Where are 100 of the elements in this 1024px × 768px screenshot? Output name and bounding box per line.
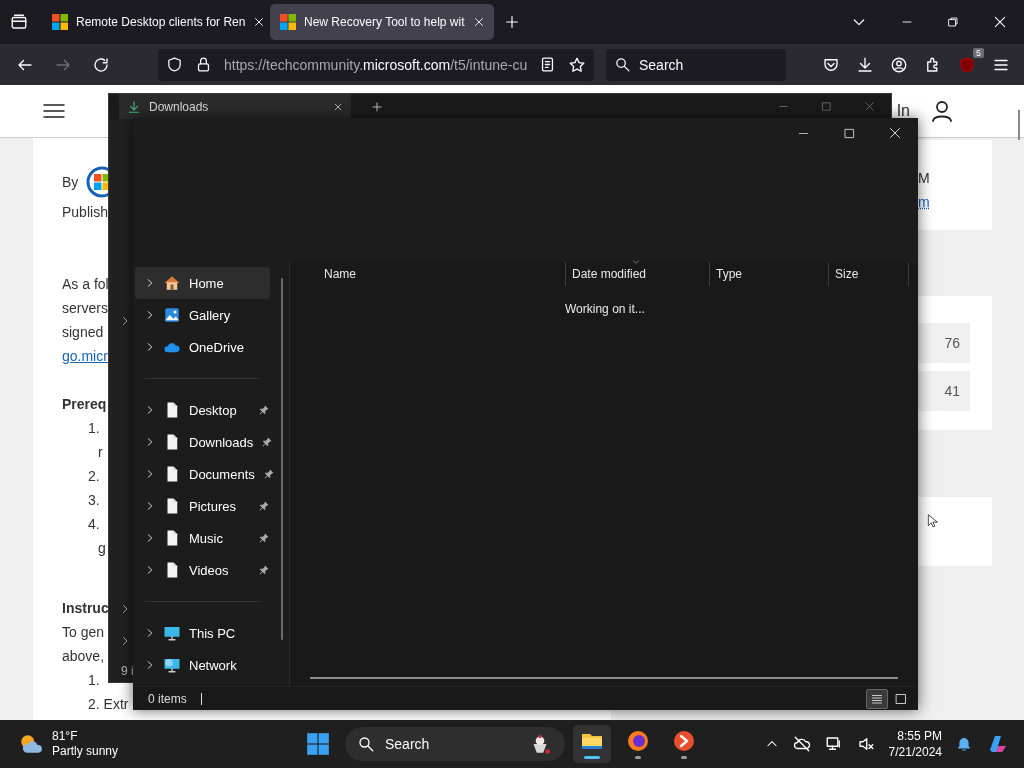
chevron-right-icon[interactable] [145,405,155,415]
pin-icon [258,532,270,544]
sidebar-item[interactable]: Desktop [135,394,270,426]
status-text: 0 items [148,691,187,706]
sidebar-item[interactable]: Network [135,649,270,681]
chevron-right-icon[interactable] [145,501,155,511]
clock-date[interactable]: 7/21/2024 [888,744,942,760]
stat-count: 41 [918,371,970,411]
loading-message: Working on it... [565,302,645,316]
chevron-right-icon[interactable] [145,565,155,575]
scrollbar[interactable] [281,278,283,640]
column-header[interactable]: Type [710,262,829,286]
taskbar-app[interactable] [573,725,611,763]
chevron-right-icon[interactable] [145,310,155,320]
search-icon [357,735,375,753]
cloud-off-icon[interactable] [792,735,811,753]
list-number: 2. [88,468,100,484]
article-link[interactable]: go.micr [62,348,108,364]
plus-icon[interactable] [504,14,520,30]
sort-icon [632,258,640,266]
list-number: 3. [88,492,100,508]
browser-tab[interactable]: New Recovery Tool to help wit [270,4,494,40]
maximize-icon [843,127,855,139]
list-icon [871,692,883,705]
item-count: 9 i [121,664,134,678]
close-icon [889,127,901,139]
list-number: 2. [88,696,100,712]
download-icon[interactable] [856,55,874,74]
column-header[interactable]: Name [310,262,566,286]
sidebar-item[interactable]: Home [135,267,270,299]
tab-list-icon[interactable] [10,13,28,31]
sidebar-item[interactable]: Videos [135,554,270,586]
browser-tab[interactable]: Remote Desktop clients for Ren [42,4,266,40]
chevron-right-icon[interactable] [145,469,155,479]
tile-icon [895,692,907,705]
window-tab[interactable]: Downloads [119,94,351,119]
article-text: above, [62,648,105,664]
chevron-right-icon[interactable] [145,278,155,288]
weather-condition: Partly sunny [52,744,119,759]
chevron-right-icon[interactable] [145,437,155,447]
sidebar-item[interactable]: Music [135,522,270,554]
chevron-right-icon[interactable] [145,660,155,670]
download-icon [127,99,141,114]
sidebar-item[interactable]: This PC [135,617,270,649]
sidebar-item[interactable]: Pictures [135,490,270,522]
list-number: 1. [88,420,100,436]
published-text: Publish [62,204,108,220]
section-heading: Prereq [62,396,107,412]
card-link[interactable]: m [918,194,930,210]
monitor-icon [163,624,181,642]
star-icon[interactable] [568,55,587,74]
close-icon[interactable] [333,101,343,112]
article-text: servers [62,300,108,316]
search-input[interactable]: Search [639,56,778,73]
close-icon[interactable] [472,16,485,28]
pin-icon [258,564,270,576]
chevron-right-icon[interactable] [145,533,155,543]
scrollbar[interactable] [310,677,898,679]
maximize-icon[interactable] [821,101,832,112]
lock-icon[interactable] [195,56,212,73]
pin-icon [262,468,275,480]
list-text: r [98,444,103,460]
account-icon[interactable] [890,55,908,74]
stat-count: 76 [918,323,970,363]
search-field[interactable]: Search [606,48,786,81]
bell-icon[interactable] [956,736,972,752]
article-text: As a fol [62,276,109,292]
favicon-icon [52,14,68,30]
sidebar-item[interactable]: Gallery [135,299,270,331]
card-text: M [918,170,930,186]
reload-icon[interactable] [92,55,110,74]
chevron-right-icon[interactable] [145,342,155,352]
section-heading: Instruc [62,600,109,616]
sidebar-item[interactable]: Downloads [135,426,270,458]
column-header[interactable]: Size [829,262,909,286]
sign-in-link[interactable]: In [896,102,910,120]
restore-icon[interactable] [947,16,959,28]
column-header[interactable]: Date modified [566,262,710,286]
taskbar-search-field[interactable]: Search [345,727,565,761]
article-text: signed [62,324,104,340]
plus-icon[interactable] [371,100,383,113]
shield-icon[interactable] [166,56,183,73]
temperature: 81°F [52,729,79,744]
chevron-right-icon[interactable] [145,628,155,638]
home-icon [163,274,181,292]
close-icon[interactable] [253,16,266,28]
address-bar[interactable]: https://techcommunity.microsoft.com/t5/intune-cu [158,48,594,81]
monitor-icon[interactable] [824,735,843,753]
search-icon [614,56,631,73]
sidebar-item[interactable]: Documents [135,458,270,490]
taskbar-search-input[interactable]: Search [385,736,517,752]
sidebar-item[interactable]: OneDrive [135,331,270,363]
start-icon[interactable] [305,731,331,757]
pin-icon [258,500,270,512]
scrollbar-thumb[interactable] [1018,110,1020,140]
details-view-button[interactable] [866,688,888,709]
user-icon[interactable] [930,99,954,123]
speaker-muted-icon[interactable] [856,735,875,753]
pin-icon [258,404,270,416]
clock-time[interactable]: 8:55 PM [888,728,942,744]
